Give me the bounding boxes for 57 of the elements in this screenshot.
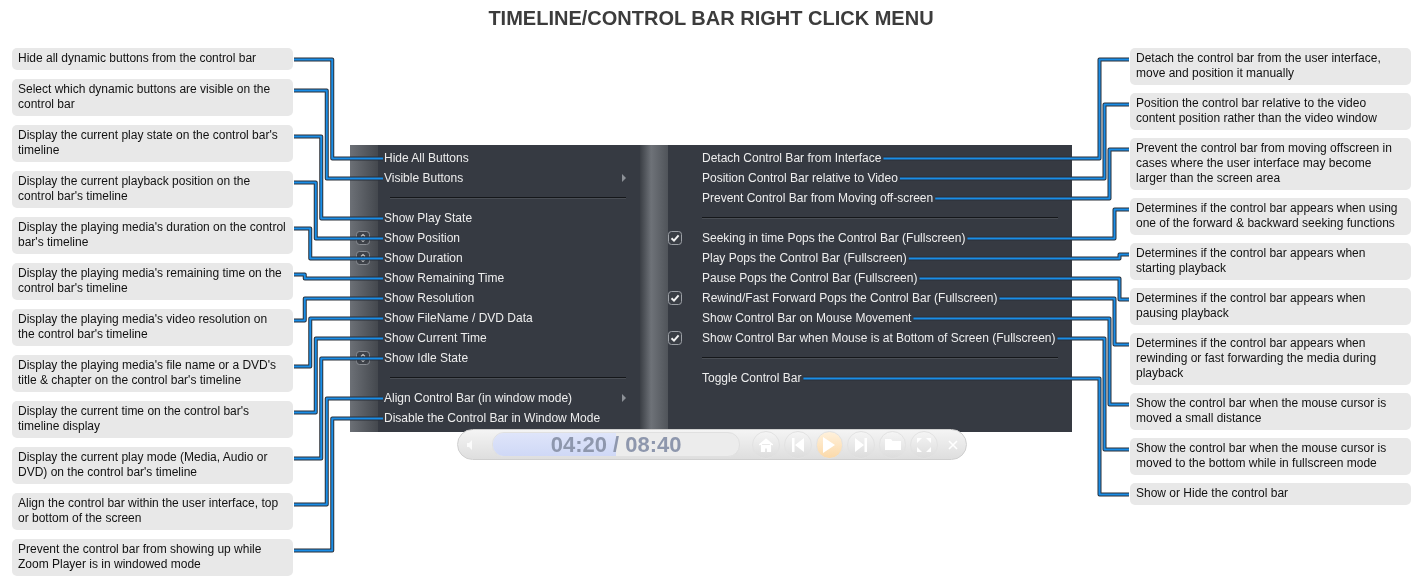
callout-note: Determines if the control bar appears when rewinding or fast forwarding the media during playback: [1130, 333, 1411, 385]
play-button[interactable]: [815, 430, 844, 459]
menu-item[interactable]: Seeking in time Pops the Control Bar (Fullscreen): [702, 230, 966, 246]
menu-item[interactable]: Show FileName / DVD Data: [384, 310, 533, 326]
submenu-arrow-icon: [622, 174, 626, 182]
callout-note: Display the current playback position on the control bar's timeline: [12, 171, 293, 208]
menu-item[interactable]: Visible Buttons: [384, 170, 464, 186]
callout-note: Display the playing media's duration on the control bar's timeline: [12, 217, 293, 254]
menu-item[interactable]: Align Control Bar (in window mode): [384, 390, 573, 406]
callout-note: Display the current time on the control bar's timeline display: [12, 401, 293, 438]
menu-item[interactable]: Rewind/Fast Forward Pops the Control Bar (Fullscreen): [702, 290, 998, 306]
home-icon: [759, 437, 774, 452]
callout-note: Display the playing media's file name or a DVD's title & chapter on the control bar's timeline: [12, 355, 293, 392]
callout-note: Show the control bar when the mouse cursor is moved a small distance: [1130, 393, 1411, 430]
menu-item[interactable]: Hide All Buttons: [384, 150, 469, 166]
menu-item[interactable]: Show Idle State: [384, 350, 469, 366]
callout-note: Determines if the control bar appears when using one of the forward & backward seeking functions: [1130, 198, 1411, 235]
callout-note: Display the playing media's remaining time on the control bar's timeline: [12, 263, 293, 300]
menu-item[interactable]: Show Resolution: [384, 290, 475, 306]
submenu-arrow-icon: [622, 394, 626, 402]
callout-note: Determines if the control bar appears when starting playback: [1130, 243, 1411, 280]
menu-item[interactable]: Show Play State: [384, 210, 473, 226]
callout-note: Display the playing media's video resolution on the control bar's timeline: [12, 309, 293, 346]
close-icon: [948, 439, 958, 450]
next-icon: [855, 437, 868, 452]
menu-item[interactable]: Show Control Bar when Mouse is at Bottom of Screen (Fullscreen): [702, 330, 1056, 346]
menu-item[interactable]: Pause Pops the Control Bar (Fullscreen): [702, 270, 918, 286]
speaker-icon: [466, 438, 474, 451]
fullscreen-icon: [917, 437, 932, 452]
menu-item[interactable]: Show Remaining Time: [384, 270, 505, 286]
callout-note: Determines if the control bar appears when pausing playback: [1130, 288, 1411, 325]
menu-item[interactable]: Position Control Bar relative to Video: [702, 170, 898, 186]
folder-icon: [884, 439, 901, 450]
callout-note: Position the control bar relative to the video content position rather than the video window: [1130, 93, 1411, 130]
menu-item[interactable]: Prevent Control Bar from Moving off-screen: [702, 190, 934, 206]
menu-item[interactable]: Show Current Time: [384, 330, 487, 346]
menu-item[interactable]: Play Pops the Control Bar (Fullscreen): [702, 250, 907, 266]
callout-note: Align the control bar within the user interface, top or bottom of the screen: [12, 493, 293, 530]
callout-note: Prevent the control bar from moving offscreen in cases where the user interface may become larger than the screen area: [1130, 138, 1411, 190]
menu-item[interactable]: Show Duration: [384, 250, 463, 266]
callout-note: Detach the control bar from the user interface, move and position it manually: [1130, 48, 1411, 85]
callout-note: Show or Hide the control bar: [1130, 483, 1411, 505]
callout-note: Display the current play mode (Media, Audio or DVD) on the control bar's timeline: [12, 447, 293, 484]
diagram-title: TIMELINE/CONTROL BAR RIGHT CLICK MENU: [488, 7, 934, 31]
callout-note: Select which dynamic buttons are visible on the control bar: [12, 79, 293, 116]
previous-icon: [791, 437, 804, 452]
menu-item[interactable]: Disable the Control Bar in Window Mode: [384, 410, 601, 426]
time-readout: 04:20 / 08:40: [550, 433, 682, 456]
menu-item[interactable]: Show Position: [384, 230, 461, 246]
callout-note: Display the current play state on the control bar's timeline: [12, 125, 293, 162]
callout-note: Show the control bar when the mouse cursor is moved to the bottom while in fullscreen mode: [1130, 438, 1411, 475]
callout-note: Prevent the control bar from showing up while Zoom Player is in windowed mode: [12, 539, 293, 576]
callout-note: Hide all dynamic buttons from the control bar: [12, 48, 293, 70]
menu-item[interactable]: Detach Control Bar from Interface: [702, 150, 882, 166]
menu-item[interactable]: Show Control Bar on Mouse Movement: [702, 310, 912, 326]
play-icon: [823, 436, 836, 453]
menu-item[interactable]: Toggle Control Bar: [702, 370, 802, 386]
